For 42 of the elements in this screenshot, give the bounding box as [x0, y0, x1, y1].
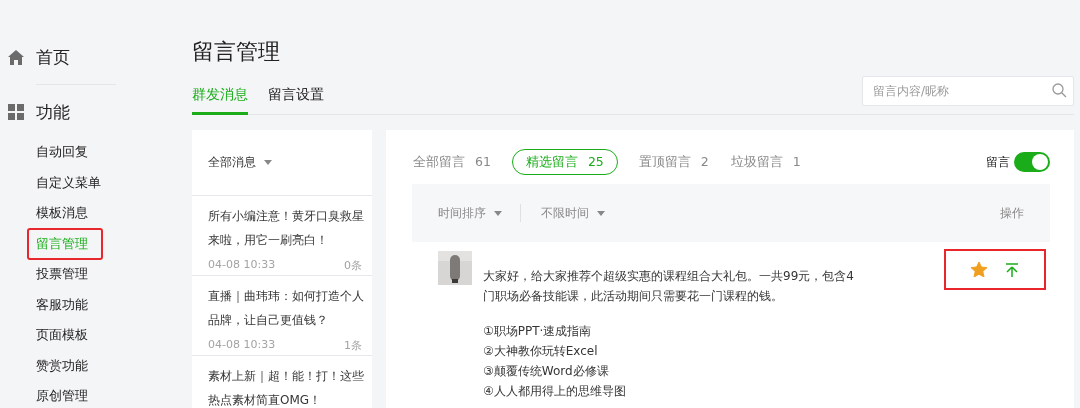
message-title[interactable]: 素材上新｜超！能！打！这些热点素材简直OMG！ — [208, 364, 366, 408]
message-title[interactable]: 直播｜曲玮玮：如何打造个人品牌，让自己更值钱？ — [208, 284, 366, 332]
search-field[interactable]: 留言内容/昵称 — [862, 76, 1074, 106]
comment-list-item: ①职场PPT·速成指南 — [483, 323, 593, 340]
search-icon[interactable] — [1052, 83, 1067, 98]
sidebar-item[interactable]: 页面模板 — [28, 320, 96, 351]
star-icon[interactable] — [971, 262, 987, 277]
comment-list-item: ③颠覆传统Word必修课 — [483, 363, 610, 380]
sidebar-item[interactable]: 模板消息 — [28, 198, 96, 229]
time-range-dropdown[interactable]: 不限时间 — [541, 204, 605, 222]
message-date: 04-08 10:33 — [208, 338, 276, 353]
filter-tab[interactable]: 置顶留言 2 — [637, 149, 710, 175]
message-date: 04-08 10:33 — [208, 258, 276, 273]
sidebar-item[interactable]: 原创管理 — [28, 381, 96, 408]
grid-icon — [8, 104, 24, 120]
pin-to-top-icon[interactable] — [1005, 262, 1019, 277]
sidebar-item[interactable]: 客服功能 — [28, 289, 96, 320]
comments-toggle[interactable] — [1014, 152, 1050, 172]
sidebar-item[interactable]: 自定义菜单 — [28, 167, 109, 198]
page-title: 留言管理 — [192, 38, 281, 66]
filter-tab[interactable]: 垃圾留言 1 — [729, 149, 802, 175]
sidebar-item[interactable]: 投票管理 — [28, 259, 96, 290]
nav-home[interactable]: 首页 — [36, 45, 70, 69]
tab[interactable]: 留言设置 — [268, 80, 324, 115]
caret-icon — [264, 160, 272, 165]
comment-count: 0条 — [344, 258, 362, 273]
comment-list-item: ②大神教你玩转Excel — [483, 343, 599, 360]
sidebar-item[interactable]: 自动回复 — [28, 137, 96, 168]
message-title[interactable]: 所有小编注意！黄牙口臭救星来啦，用它一刷亮白！ — [208, 204, 366, 252]
comment-count: 1条 — [344, 338, 362, 353]
message-filter-dropdown[interactable]: 全部消息 — [208, 154, 272, 171]
filter-tab[interactable]: 全部留言 61 — [412, 149, 492, 175]
home-icon — [8, 49, 24, 65]
section-title: 功能 — [36, 100, 70, 124]
comment-list-item: ④人人都用得上的思维导图 — [483, 383, 627, 400]
actions-header: 操作 — [1000, 204, 1024, 222]
sort-dropdown[interactable]: 时间排序 — [438, 204, 502, 222]
caret-icon — [597, 210, 605, 216]
sidebar-item[interactable]: 赞赏功能 — [28, 350, 96, 381]
toggle-label: 留言 — [986, 153, 1010, 171]
caret-icon — [494, 210, 502, 216]
comment-text: 大家好，给大家推荐个超级实惠的课程组合大礼包。一共99元，包含4门职场必备技能课，此活动期间只需要花一门课程的钱。 — [483, 268, 855, 305]
